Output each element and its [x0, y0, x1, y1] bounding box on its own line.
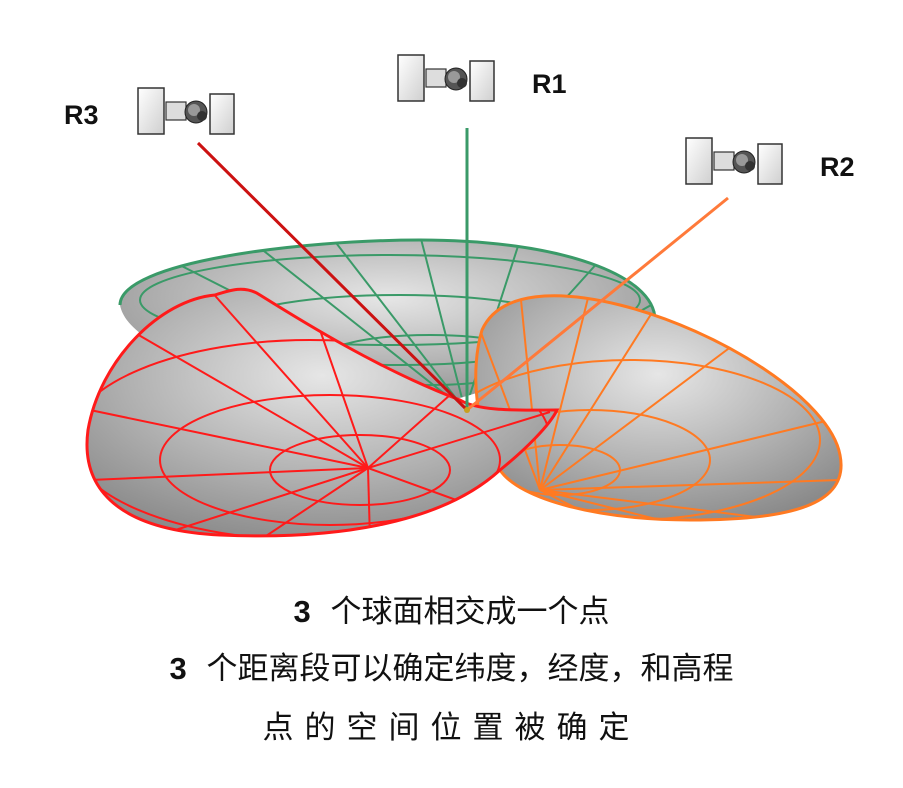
- caption-line-2-text: 个距离段可以确定纬度，经度，和高程: [206, 651, 734, 687]
- caption-line-2: 3 个距离段可以确定纬度，经度，和高程: [0, 643, 903, 688]
- satellite-r3-icon: [137, 87, 235, 135]
- sphere-r2: [474, 294, 843, 522]
- caption-line-1-number: 3: [293, 594, 311, 629]
- caption-line-2-number: 3: [169, 651, 187, 686]
- satellite-r2-label: R2: [820, 152, 855, 182]
- caption-line-3-text: 点的空间位置被确定: [262, 710, 641, 746]
- satellite-r1-icon: [397, 54, 495, 102]
- caption-line-3: 点的空间位置被确定: [0, 702, 903, 747]
- intersection-point: [464, 407, 470, 413]
- trilateration-diagram: R1 R2 R3: [64, 54, 855, 538]
- caption-line-1: 3 个球面相交成一个点: [0, 586, 903, 631]
- satellite-r1-label: R1: [532, 69, 567, 99]
- caption-line-1-text: 个球面相交成一个点: [330, 594, 610, 630]
- satellite-r2-icon: [685, 137, 783, 185]
- satellite-r3-label: R3: [64, 100, 99, 130]
